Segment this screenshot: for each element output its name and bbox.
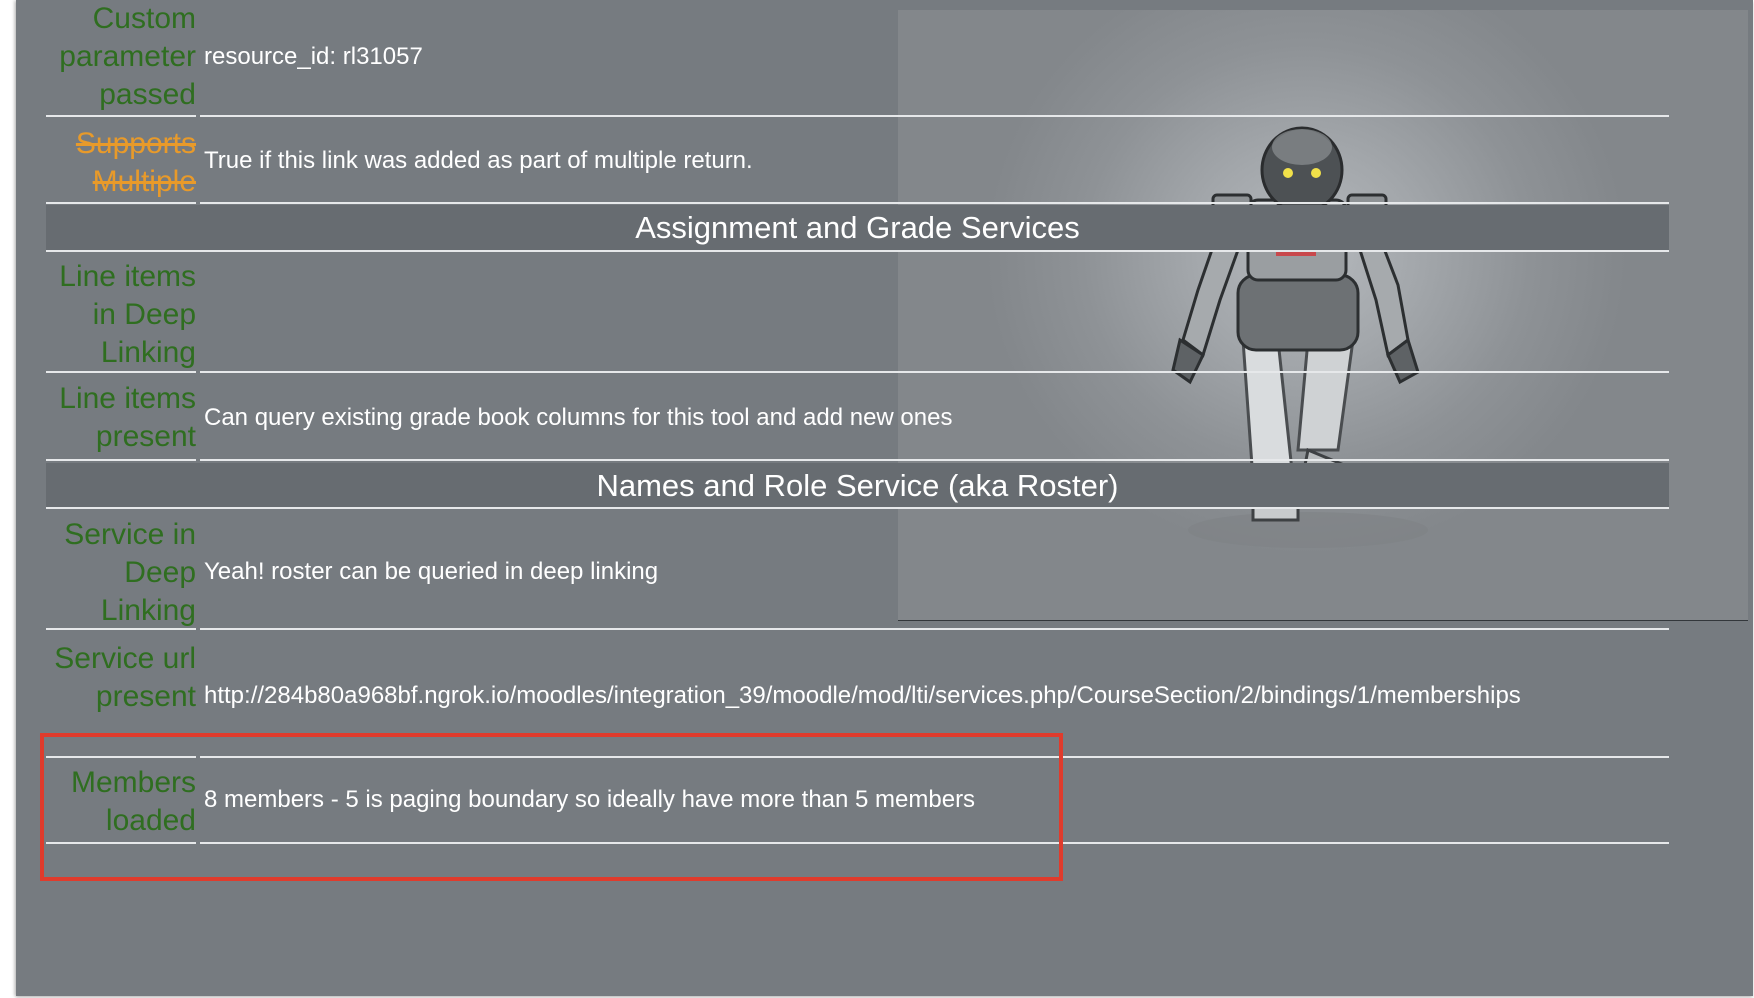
row-value: Yeah! roster can be queried in deep link… <box>204 558 659 585</box>
row-label: Supports Multiple <box>75 127 196 198</box>
row-value: Can query existing grade book columns fo… <box>204 404 953 431</box>
row-service-deep-linking: Service in Deep Linking Yeah! roster can… <box>46 516 1669 630</box>
row-label: Service in Deep Linking <box>64 518 196 627</box>
row-line-items-deep-linking: Line items in Deep Linking <box>46 258 1669 373</box>
service-url-link[interactable]: http://284b80a968bf.ngrok.io/moodles/int… <box>204 682 1521 710</box>
row-custom-parameter: Custom parameter passed resource_id: rl3… <box>46 0 1669 117</box>
highlight-box <box>40 733 1063 881</box>
section-header-nrps: Names and Role Service (aka Roster) <box>46 463 1669 509</box>
row-label: Custom parameter passed <box>59 2 196 111</box>
row-value: True if this link was added as part of m… <box>204 147 753 174</box>
lti-test-results-panel: Custom parameter passed resource_id: rl3… <box>16 0 1753 996</box>
row-value: resource_id: rl31057 <box>204 43 423 70</box>
section-header-ags: Assignment and Grade Services <box>46 205 1669 252</box>
row-divider <box>46 628 1669 630</box>
row-divider <box>46 115 1669 117</box>
row-divider <box>46 459 1669 461</box>
row-label: Line items present <box>59 382 196 453</box>
row-supports-multiple: Supports Multiple True if this link was … <box>46 125 1669 205</box>
row-divider <box>46 371 1669 373</box>
row-label: Line items in Deep Linking <box>59 260 196 369</box>
row-label: Service url present <box>54 642 196 713</box>
row-divider <box>46 202 1669 204</box>
row-line-items-present: Line items present Can query existing gr… <box>46 380 1669 461</box>
